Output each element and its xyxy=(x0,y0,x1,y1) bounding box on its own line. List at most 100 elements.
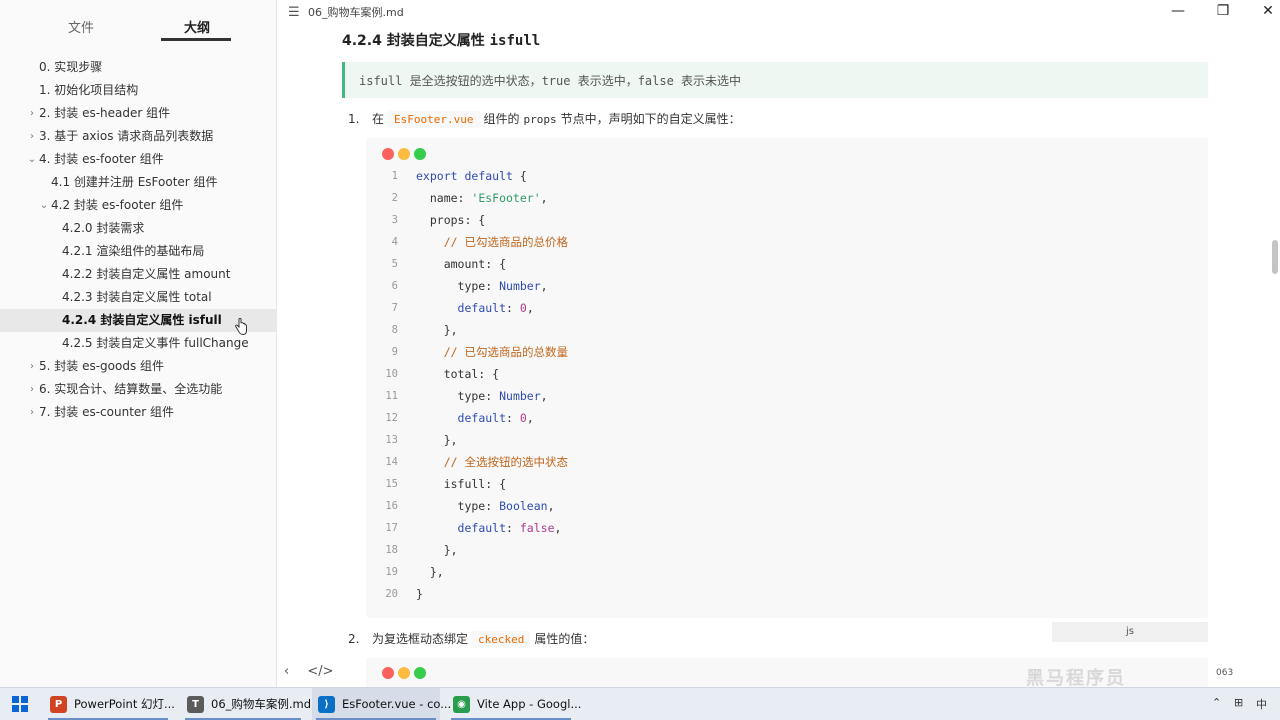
blockquote-text: isfull 是全选按钮的选中状态，true 表示选中，false 表示未选中 xyxy=(359,74,742,88)
outline-item[interactable]: ⌄ 4.2 封装 es-footer 组件 xyxy=(0,194,277,217)
word-count: 063 xyxy=(1216,668,1234,678)
taskbar-app[interactable]: T 06_购物车案例.md... xyxy=(181,688,322,720)
app-icon: P xyxy=(50,696,67,713)
outline-item[interactable]: › 7. 封装 es-counter 组件 xyxy=(0,401,277,424)
step-text-pre: 为复选框动态绑定 xyxy=(372,632,469,646)
outline-item[interactable]: 1. 初始化项目结构 xyxy=(0,79,277,102)
chevron-right-icon[interactable]: › xyxy=(27,355,37,378)
code-text: type: Number, xyxy=(416,389,548,403)
line-number: 8 xyxy=(391,324,398,336)
code-text: } xyxy=(416,587,423,601)
outline-item[interactable]: 4.2.1 渲染组件的基础布局 xyxy=(0,240,277,263)
red-dot-icon xyxy=(382,667,394,679)
code-text: }, xyxy=(416,433,458,447)
taskbar-app[interactable]: P PowerPoint 幻灯... xyxy=(44,688,175,720)
close-button[interactable]: ✕ xyxy=(1258,3,1278,19)
step-2: 2. 为复选框动态绑定 ckecked 属性的值： xyxy=(348,630,594,648)
heading-text: 4.2.4 封装自定义属性 xyxy=(342,33,485,49)
tray-chevron-icon[interactable]: ⌃ xyxy=(1212,696,1221,709)
line-number: 17 xyxy=(385,522,398,534)
outline-item[interactable]: › 6. 实现合计、结算数量、全选功能 xyxy=(0,378,277,401)
scrollbar-thumb[interactable] xyxy=(1272,240,1278,274)
taskbar-app-label: Vite App - Googl... xyxy=(477,697,582,711)
code-text: }, xyxy=(416,323,458,337)
red-dot-icon xyxy=(382,148,394,160)
chevron-right-icon[interactable]: › xyxy=(27,125,37,148)
tab-outline[interactable]: 大纲 xyxy=(184,17,210,36)
code-line: 8 }, xyxy=(366,319,1208,341)
chevron-down-icon[interactable]: ⌄ xyxy=(39,194,49,217)
outline-item-label: 4. 封装 es-footer 组件 xyxy=(39,152,164,166)
chevron-right-icon[interactable]: › xyxy=(27,102,37,125)
tab-files[interactable]: 文件 xyxy=(68,17,94,36)
ime-icon[interactable]: 中 xyxy=(1256,696,1267,712)
section-heading: 4.2.4 封装自定义属性 isfull xyxy=(342,30,540,50)
outline-item[interactable]: › 3. 基于 axios 请求商品列表数据 xyxy=(0,125,277,148)
line-number: 4 xyxy=(391,236,398,248)
inline-code: EsFooter.vue xyxy=(388,111,480,128)
editor-footer: ‹ </> xyxy=(284,664,348,679)
line-number: 19 xyxy=(385,566,398,578)
code-text: }, xyxy=(416,543,458,557)
code-line: 20} xyxy=(366,583,1208,605)
line-number: 18 xyxy=(385,544,398,556)
outline-item[interactable]: 4.1 创建并注册 EsFooter 组件 xyxy=(0,171,277,194)
outline-item[interactable]: › 5. 封装 es-goods 组件 xyxy=(0,355,277,378)
line-number: 5 xyxy=(391,258,398,270)
outline-item-label: 4.2.3 封装自定义属性 total xyxy=(62,290,212,304)
code-text: type: Number, xyxy=(416,279,548,293)
network-icon[interactable]: ⊞ xyxy=(1234,696,1243,709)
maximize-button[interactable]: ❐ xyxy=(1213,3,1233,19)
taskbar: P PowerPoint 幻灯... T 06_购物车案例.md... ⟩ EsFoote… xyxy=(0,687,1280,720)
line-number: 12 xyxy=(385,412,398,424)
green-dot-icon xyxy=(414,148,426,160)
code-line: 13 }, xyxy=(366,429,1208,451)
outline-item[interactable]: ⌄ 4. 封装 es-footer 组件 xyxy=(0,148,277,171)
chevron-right-icon[interactable]: › xyxy=(27,378,37,401)
code-text: total: { xyxy=(416,367,500,381)
taskbar-app[interactable]: ◉ Vite App - Googl... xyxy=(447,688,581,720)
app-icon: ⟩ xyxy=(318,696,335,713)
menu-icon[interactable]: ☰ xyxy=(288,5,300,20)
outline-item-label: 5. 封装 es-goods 组件 xyxy=(39,359,165,373)
minimize-button[interactable]: — xyxy=(1168,3,1188,19)
code-text: isfull: { xyxy=(416,477,507,491)
taskbar-app-label: 06_购物车案例.md... xyxy=(211,697,323,711)
outline-item-label: 2. 封装 es-header 组件 xyxy=(39,106,171,120)
code-text: type: Boolean, xyxy=(416,499,555,513)
outline-item-label: 7. 封装 es-counter 组件 xyxy=(39,405,175,419)
outline-item[interactable]: 4.2.3 封装自定义属性 total xyxy=(0,286,277,309)
outline-item[interactable]: › 2. 封装 es-header 组件 xyxy=(0,102,277,125)
code-text: default: 0, xyxy=(457,411,534,425)
outline-item[interactable]: 4.2.0 封装需求 xyxy=(0,217,277,240)
inline-mono: props xyxy=(523,113,557,126)
code-line: 14 // 全选按钮的选中状态 xyxy=(366,451,1208,473)
chevron-right-icon[interactable]: › xyxy=(27,401,37,424)
line-number: 20 xyxy=(385,588,398,600)
line-number: 14 xyxy=(385,456,398,468)
code-lines: 1 export default {2 name: 'EsFooter', 3 pr… xyxy=(366,165,1208,605)
source-mode-icon[interactable]: </> xyxy=(307,664,333,679)
sidebar-toggle-icon[interactable]: ‹ xyxy=(284,664,289,679)
line-number: 16 xyxy=(385,500,398,512)
code-text: }, xyxy=(416,565,444,579)
step-number: 1. xyxy=(348,112,360,126)
chevron-down-icon[interactable]: ⌄ xyxy=(27,148,37,171)
code-line: 17 default: false, xyxy=(366,517,1208,539)
code-text: // 全选按钮的选中状态 xyxy=(443,455,568,469)
code-text: default: false, xyxy=(457,521,562,535)
outline-item[interactable]: 0. 实现步骤 xyxy=(0,56,277,79)
windows-start-icon[interactable] xyxy=(12,696,28,712)
green-dot-icon xyxy=(414,667,426,679)
step-text-pre: 在 xyxy=(372,112,385,126)
step-text-mid: 组件的 xyxy=(483,112,520,126)
outline-item-label: 0. 实现步骤 xyxy=(39,60,103,74)
outline-item[interactable]: 4.2.2 封装自定义属性 amount xyxy=(0,263,277,286)
code-block[interactable]: 1 export default {2 name: 'EsFooter', 3 pr… xyxy=(366,138,1208,618)
code-language-tag[interactable]: js xyxy=(1052,622,1208,642)
app-icon: T xyxy=(187,696,204,713)
taskbar-app[interactable]: ⟩ EsFooter.vue - co... xyxy=(312,688,451,720)
inline-code: ckecked xyxy=(472,631,531,648)
yellow-dot-icon xyxy=(398,667,410,679)
line-number: 3 xyxy=(391,214,398,226)
